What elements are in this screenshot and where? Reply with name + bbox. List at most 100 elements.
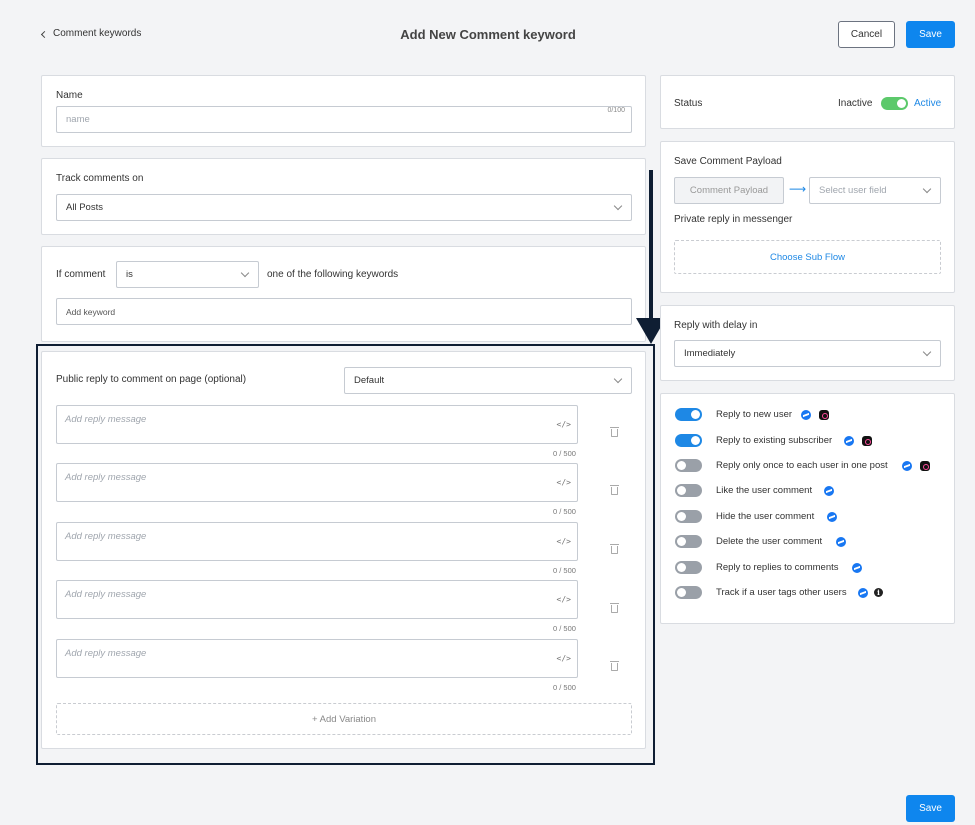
code-icon[interactable]: </> [557, 654, 571, 663]
messenger-icon [836, 537, 846, 547]
option-label: Like the user comment [716, 485, 813, 496]
delay-card: Reply with delay in Immediately [660, 305, 955, 381]
messenger-icon [858, 588, 868, 598]
payload-field: Comment Payload [674, 177, 784, 204]
toggle-reply-once[interactable] [675, 459, 702, 472]
info-icon[interactable]: i [874, 588, 883, 597]
delay-select[interactable]: Immediately [674, 340, 941, 367]
toggle-delete-comment[interactable] [675, 535, 702, 548]
toggle-like-comment[interactable] [675, 484, 702, 497]
trash-icon[interactable] [610, 427, 619, 437]
toggle-reply-to-replies[interactable] [675, 561, 702, 574]
cancel-button[interactable]: Cancel [838, 21, 895, 48]
option-label: Reply only once to each user in one post [716, 460, 888, 471]
name-counter: 0/100 [607, 107, 625, 114]
keyword-placeholder: Add keyword [66, 306, 116, 317]
reply-placeholder: Add reply message [65, 648, 147, 659]
messenger-icon [827, 512, 837, 522]
payload-label: Save Comment Payload [674, 156, 782, 167]
track-card: Track comments on All Posts [41, 158, 646, 235]
reply-counter: 0 / 500 [553, 566, 576, 575]
payload-field-value: Comment Payload [689, 185, 769, 196]
trash-icon[interactable] [610, 661, 619, 671]
instagram-icon [920, 461, 930, 471]
add-variation-button[interactable]: + Add Variation [56, 703, 632, 735]
instagram-icon [819, 410, 829, 420]
save-button-bottom[interactable]: Save [906, 795, 955, 822]
status-active-label: Active [914, 98, 942, 109]
chevron-down-icon [240, 268, 250, 278]
reply-message-input[interactable]: Add reply message </> [56, 639, 578, 678]
add-variation-label: + Add Variation [312, 713, 376, 725]
back-link[interactable]: Comment keywords [40, 28, 142, 39]
name-placeholder: name [66, 114, 90, 125]
condition-card: If comment is one of the following keywo… [41, 246, 646, 342]
page-title: Add New Comment keyword [400, 27, 576, 42]
choose-subflow-label: Choose Sub Flow [770, 251, 845, 263]
reply-placeholder: Add reply message [65, 414, 147, 425]
user-field-select[interactable]: Select user field [809, 177, 941, 204]
toggle-reply-new-user[interactable] [675, 408, 702, 421]
public-reply-select[interactable]: Default [344, 367, 632, 394]
arrow-annotation [649, 170, 653, 325]
status-card: Status Inactive Active [660, 75, 955, 129]
status-label: Status [674, 98, 703, 109]
reply-counter: 0 / 500 [553, 449, 576, 458]
toggle-track-tags[interactable] [675, 586, 702, 599]
choose-subflow-button[interactable]: Choose Sub Flow [674, 240, 941, 274]
delay-select-value: Immediately [684, 348, 736, 359]
public-reply-card: Public reply to comment on page (optiona… [41, 351, 646, 749]
trash-icon[interactable] [610, 485, 619, 495]
reply-message-input[interactable]: Add reply message </> [56, 580, 578, 619]
keyword-input[interactable]: Add keyword [56, 298, 632, 325]
delay-label: Reply with delay in [674, 320, 758, 331]
status-toggle[interactable] [881, 97, 908, 110]
code-icon[interactable]: </> [557, 420, 571, 429]
messenger-icon [902, 461, 912, 471]
user-field-placeholder: Select user field [819, 185, 887, 196]
reply-placeholder: Add reply message [65, 472, 147, 483]
track-select[interactable]: All Posts [56, 194, 632, 221]
track-label: Track comments on [56, 173, 144, 184]
condition-suffix: one of the following keywords [267, 269, 399, 280]
reply-message-input[interactable]: Add reply message </> [56, 463, 578, 502]
operator-select-value: is [126, 269, 133, 280]
code-icon[interactable]: </> [557, 595, 571, 604]
code-icon[interactable]: </> [557, 537, 571, 546]
condition-prefix: If comment [56, 269, 106, 280]
status-inactive-label: Inactive [838, 98, 873, 109]
arrow-right-icon: ⟶ [789, 182, 807, 196]
toggle-hide-comment[interactable] [675, 510, 702, 523]
reply-placeholder: Add reply message [65, 531, 147, 542]
reply-message-input[interactable]: Add reply message </> [56, 522, 578, 561]
reply-counter: 0 / 500 [553, 683, 576, 692]
chevron-down-icon [922, 347, 932, 357]
reply-counter: 0 / 500 [553, 507, 576, 516]
name-label: Name [56, 90, 83, 101]
public-reply-select-value: Default [354, 375, 385, 386]
trash-icon[interactable] [610, 544, 619, 554]
public-reply-label: Public reply to comment on page (optiona… [56, 374, 247, 385]
messenger-icon [844, 436, 854, 446]
option-label: Track if a user tags other users [716, 587, 847, 598]
code-icon[interactable]: </> [557, 478, 571, 487]
options-card: Reply to new user Reply to existing subs… [660, 393, 955, 624]
chevron-down-icon [922, 184, 932, 194]
chevron-left-icon [40, 30, 49, 38]
option-label: Reply to new user [716, 409, 793, 420]
reply-message-input[interactable]: Add reply message </> [56, 405, 578, 444]
back-link-label: Comment keywords [53, 28, 142, 39]
messenger-icon [801, 410, 811, 420]
trash-icon[interactable] [610, 603, 619, 613]
messenger-icon [852, 563, 862, 573]
option-label: Hide the user comment [716, 511, 815, 522]
messenger-icon [824, 486, 834, 496]
operator-select[interactable]: is [116, 261, 259, 288]
option-label: Delete the user comment [716, 536, 823, 547]
reply-counter: 0 / 500 [553, 624, 576, 633]
instagram-icon [862, 436, 872, 446]
chevron-down-icon [613, 374, 623, 384]
toggle-reply-existing-subscriber[interactable] [675, 434, 702, 447]
name-input[interactable]: name 0/100 [56, 106, 632, 133]
save-button-top[interactable]: Save [906, 21, 955, 48]
